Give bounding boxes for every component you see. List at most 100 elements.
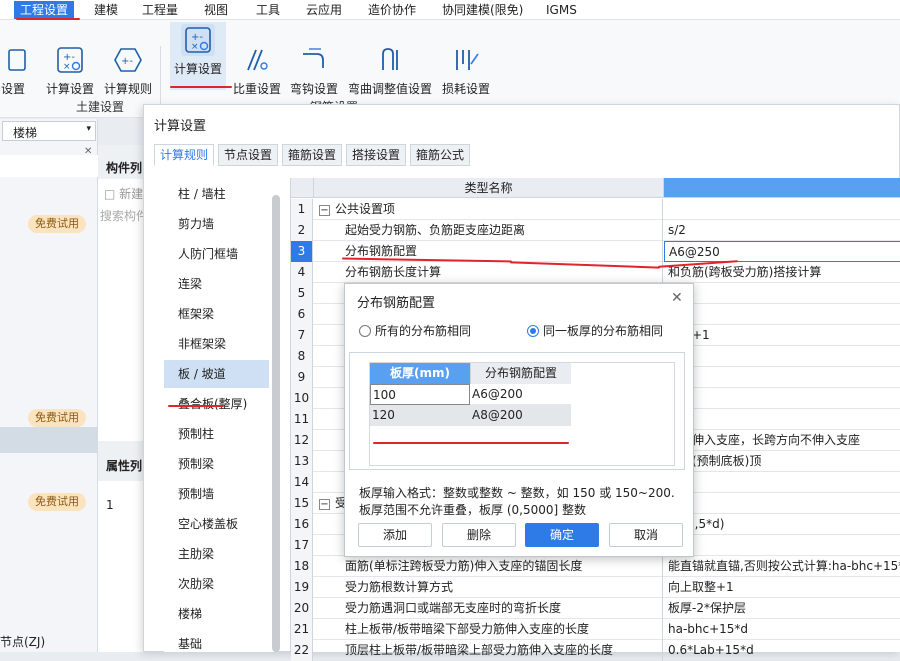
category-item[interactable]: 主肋梁 xyxy=(164,540,269,568)
menu-igms[interactable]: IGMS xyxy=(540,1,583,19)
row-value[interactable]: A6@250 xyxy=(664,241,900,262)
row-value[interactable]: ha-bhc+15*d xyxy=(664,619,900,640)
row-value[interactable]: 合板(预制底板)顶 xyxy=(664,451,900,472)
new-component-button[interactable]: □ 新建 xyxy=(104,185,143,202)
menu-collab[interactable]: 造价协作 xyxy=(362,1,422,19)
row-value[interactable]: s/2 xyxy=(664,220,900,241)
settings-button-label: 设置 xyxy=(0,82,25,96)
row-value[interactable]: ha/2,5*d) xyxy=(664,514,900,535)
grid-row[interactable]: 19 受力筋根数计算方式 向上取整+1 xyxy=(291,577,900,598)
bend-adjust-button[interactable]: 弯曲调整值设置 xyxy=(346,44,434,97)
category-scrollbar[interactable] xyxy=(272,195,280,652)
category-item[interactable]: 框架梁 xyxy=(164,300,269,328)
row-value[interactable]: 和负筋(跨板受力筋)搭接计算 xyxy=(664,262,900,283)
menu-cloud[interactable]: 云应用 xyxy=(300,1,348,19)
row-value[interactable] xyxy=(664,367,900,388)
menu-project-settings[interactable]: 工程设置 xyxy=(14,1,75,19)
row-value[interactable] xyxy=(664,409,900,430)
menu-view[interactable]: 视图 xyxy=(198,1,234,19)
row-value[interactable] xyxy=(664,346,900,367)
hook-settings-button[interactable]: 弯钩设置 xyxy=(288,44,340,97)
category-item[interactable]: 空心楼盖板 xyxy=(164,510,269,538)
specific-gravity-label: 比重设置 xyxy=(232,82,281,96)
config-cell[interactable]: A6@200 xyxy=(470,384,571,405)
tab-stirrup-formula[interactable]: 箍筋公式 xyxy=(410,144,471,166)
row-number: 1 xyxy=(291,199,313,220)
tab-stirrup-settings[interactable]: 箍筋设置 xyxy=(282,144,343,166)
category-item[interactable]: 楼梯 xyxy=(164,600,269,628)
trial-badge[interactable]: 免费试用 xyxy=(28,493,86,511)
row-value[interactable] xyxy=(664,199,900,220)
grid-row[interactable]: 22 顶层柱上板带/板带暗梁上部受力筋伸入支座的长度 0.6*Lab+15*d xyxy=(291,640,900,661)
close-icon[interactable]: ✕ xyxy=(671,290,683,306)
category-item[interactable]: 预制柱 xyxy=(164,420,269,448)
add-button[interactable]: 添加 xyxy=(358,523,432,547)
menu-quantity[interactable]: 工程量 xyxy=(136,1,184,19)
row-value[interactable]: 能直锚就直锚,否则按公式计算:ha-bhc+15*d xyxy=(664,556,900,577)
row-value[interactable] xyxy=(664,388,900,409)
rebar-calc-settings-button[interactable]: +- × 计算设置 xyxy=(170,22,226,90)
category-item[interactable]: 剪力墙 xyxy=(164,210,269,238)
row-value[interactable] xyxy=(664,283,900,304)
collapse-icon[interactable]: − xyxy=(319,499,330,510)
row-value[interactable] xyxy=(664,535,900,556)
grid-row[interactable]: 18 面筋(单标注跨板受力筋)伸入支座的锚固长度 能直锚就直锚,否则按公式计算:ha… xyxy=(291,556,900,577)
specific-gravity-button[interactable]: 比重设置 xyxy=(232,44,282,97)
row-value[interactable]: 向上取整+1 xyxy=(664,577,900,598)
tab-node-settings[interactable]: 节点设置 xyxy=(218,144,279,166)
left-row-selected[interactable] xyxy=(0,427,98,453)
category-item[interactable]: 非框架梁 xyxy=(164,330,269,358)
ok-button[interactable]: 确定 xyxy=(525,523,599,547)
row-value[interactable] xyxy=(664,472,900,493)
component-panel: 构件列 □ 新建 搜索构件 属性列 1 xyxy=(98,145,148,652)
category-item[interactable]: 基础 xyxy=(164,630,269,658)
row-value[interactable]: 0.6*Lab+15*d xyxy=(664,640,900,661)
grid-header-value xyxy=(664,178,900,198)
loss-settings-button[interactable]: 损耗设置 xyxy=(440,44,492,97)
grid-row[interactable]: 20 受力筋遇洞口或端部无支座时的弯折长度 板厚-2*保护层 xyxy=(291,598,900,619)
tab-calc-rules[interactable]: 计算规则 xyxy=(154,144,215,166)
category-item[interactable]: 叠合板(整厚) xyxy=(164,390,269,418)
tab-lap-settings[interactable]: 搭接设置 xyxy=(346,144,407,166)
collapse-icon[interactable]: − xyxy=(319,205,330,216)
category-item[interactable]: 人防门框墙 xyxy=(164,240,269,268)
row-value[interactable] xyxy=(664,304,900,325)
radio-same-thickness[interactable]: 同一板厚的分布筋相同 xyxy=(527,322,663,339)
thickness-cell[interactable]: 100 xyxy=(370,384,470,405)
category-item-slab[interactable]: 板 / 坡道 xyxy=(164,360,269,388)
menu-tools[interactable]: 工具 xyxy=(250,1,286,19)
row-value[interactable] xyxy=(664,493,900,514)
radio-all-same[interactable]: 所有的分布筋相同 xyxy=(359,322,471,339)
menu-co-modeling[interactable]: 协同建模(限免) xyxy=(436,1,529,19)
trial-badge[interactable]: 免费试用 xyxy=(28,215,86,233)
delete-button[interactable]: 删除 xyxy=(442,523,516,547)
civil-calc-settings-button[interactable]: +- × 计算设置 xyxy=(44,44,96,97)
component-search-input[interactable]: 搜索构件 xyxy=(100,207,148,224)
row-number: 14 xyxy=(291,472,313,493)
grid-row[interactable]: 2 起始受力钢筋、负筋距支座边距离 s/2 xyxy=(291,220,900,241)
category-item[interactable]: 连梁 xyxy=(164,270,269,298)
category-item[interactable]: 次肋梁 xyxy=(164,570,269,598)
settings-button[interactable]: 设置 xyxy=(0,44,26,97)
floor-combo[interactable]: 楼梯 ▾ xyxy=(2,121,96,141)
grid-row[interactable]: 1− 公共设置项 xyxy=(291,199,900,220)
hook-settings-label: 弯钩设置 xyxy=(289,82,338,96)
radio-off-icon xyxy=(359,325,371,337)
row-value[interactable]: 板厚-2*保护层 xyxy=(664,598,900,619)
format-hint: 板厚输入格式：整数或整数 ~ 整数，如 150 或 150~200. xyxy=(359,486,675,500)
row-value[interactable]: 取整+1 xyxy=(664,325,900,346)
row-number: 8 xyxy=(291,346,313,367)
category-item[interactable]: 预制墙 xyxy=(164,480,269,508)
category-item[interactable]: 柱 / 墙柱 xyxy=(164,180,269,208)
row-number: 15 xyxy=(291,493,313,514)
thickness-cell[interactable]: 120 xyxy=(370,405,470,426)
calc-rules-button[interactable]: +- 计算规则 xyxy=(102,44,154,97)
grid-row[interactable]: 21 柱上板带/板带暗梁下部受力筋伸入支座的长度 ha-bhc+15*d xyxy=(291,619,900,640)
row-value[interactable]: 方向伸入支座，长跨方向不伸入支座 xyxy=(664,430,900,451)
config-cell[interactable]: A8@200 xyxy=(470,405,571,426)
menu-modeling[interactable]: 建模 xyxy=(88,1,124,19)
trial-badge[interactable]: 免费试用 xyxy=(28,409,86,427)
row-name: 柱上板带/板带暗梁下部受力筋伸入支座的长度 xyxy=(315,619,663,640)
cancel-button[interactable]: 取消 xyxy=(609,523,683,547)
category-item[interactable]: 预制梁 xyxy=(164,450,269,478)
